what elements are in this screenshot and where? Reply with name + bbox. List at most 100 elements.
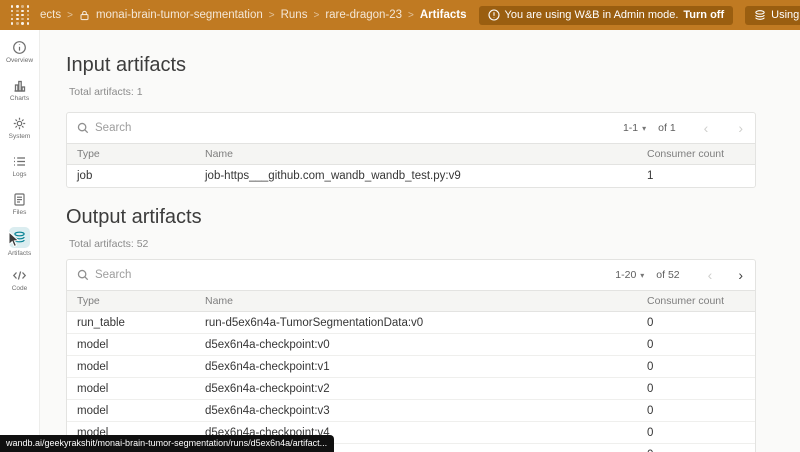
- page-total: of 1: [658, 122, 676, 134]
- input-artifacts-search-row: 1-1 ▾ of 1 ‹ ›: [67, 113, 755, 143]
- input-artifacts-title: Input artifacts: [66, 54, 187, 76]
- admin-mode-banner[interactable]: You are using W&B in Admin mode. Turn of…: [478, 5, 734, 25]
- column-header-consumer-count[interactable]: Consumer count: [637, 148, 755, 160]
- input-artifacts-table-card: 1-1 ▾ of 1 ‹ › Type Name Consumer count …: [66, 112, 756, 188]
- cell-consumer-count: 1: [647, 170, 654, 182]
- sidebar-item-logs[interactable]: Logs: [0, 154, 40, 191]
- breadcrumb-run[interactable]: rare-dragon-23: [325, 9, 402, 21]
- sidebar-item-system[interactable]: System: [0, 116, 40, 153]
- sidebar-item-label: System: [8, 133, 31, 140]
- admin-banner-text: You are using W&B in Admin mode.: [504, 9, 679, 21]
- cell-type: model: [77, 360, 109, 373]
- cell-type: run_table: [77, 316, 125, 329]
- sidebar-item-label: Charts: [9, 95, 30, 102]
- sidebar-item-label: Files: [12, 209, 27, 216]
- wandb-logo-dots[interactable]: [10, 5, 30, 25]
- column-header-name[interactable]: Name: [195, 295, 637, 307]
- admin-turn-off-button[interactable]: Turn off: [683, 9, 724, 21]
- artifacts-page: Input artifacts Total artifacts: 1 1-1 ▾…: [40, 30, 800, 452]
- breadcrumb-projects[interactable]: ects: [40, 9, 61, 21]
- cell-type: model: [77, 338, 109, 351]
- cell-name[interactable]: d5ex6n4a-checkpoint:v0: [195, 339, 637, 351]
- breadcrumb-runs[interactable]: Runs: [281, 9, 308, 21]
- breadcrumb-separator: >: [268, 9, 275, 21]
- table-header: Type Name Consumer count: [67, 290, 755, 312]
- sidebar-item-label: Logs: [12, 171, 27, 178]
- column-header-consumer-count[interactable]: Consumer count: [637, 295, 755, 307]
- sidebar-item-charts[interactable]: Charts: [0, 78, 40, 115]
- sidebar-item-label: Code: [11, 285, 28, 292]
- warning-circle-icon: [487, 9, 500, 21]
- search-icon: [77, 122, 89, 134]
- next-page-button[interactable]: ›: [736, 268, 745, 282]
- cell-consumer-count: 0: [647, 382, 654, 395]
- weave-layers-icon: [754, 9, 766, 21]
- table-row[interactable]: model d5ex6n4a-checkpoint:v0 0: [67, 334, 755, 356]
- chevron-down-icon[interactable]: ▾: [640, 271, 644, 280]
- cell-name[interactable]: d5ex6n4a-checkpoint:v2: [195, 383, 637, 395]
- sidebar-item-label: Overview: [5, 57, 34, 64]
- search-icon: [77, 269, 89, 281]
- run-sidebar: Overview Charts System Logs Files Artifa…: [0, 30, 40, 452]
- breadcrumb-separator: >: [313, 9, 320, 21]
- cell-name[interactable]: d5ex6n4a-checkpoint:v3: [195, 405, 637, 417]
- sidebar-item-code[interactable]: Code: [0, 268, 40, 305]
- sidebar-item-label: Artifacts: [7, 250, 32, 257]
- table-header: Type Name Consumer count: [67, 143, 755, 165]
- output-artifacts-title: Output artifacts: [66, 206, 202, 228]
- cell-consumer-count: 0: [647, 338, 654, 351]
- breadcrumb-project[interactable]: monai-brain-tumor-segmentation: [96, 9, 263, 21]
- input-artifacts-search-input[interactable]: [95, 122, 315, 134]
- link-preview-status-bar: wandb.ai/geekyrakshit/monai-brain-tumor-…: [0, 435, 335, 452]
- lock-icon: [79, 10, 90, 21]
- table-row[interactable]: model d5ex6n4a-checkpoint:v1 0: [67, 356, 755, 378]
- sidebar-item-files[interactable]: Files: [0, 192, 40, 229]
- prev-page-button[interactable]: ‹: [702, 121, 711, 135]
- column-header-type[interactable]: Type: [67, 148, 195, 160]
- breadcrumb-current-artifacts: Artifacts: [419, 9, 467, 21]
- breadcrumb-separator: >: [67, 9, 73, 21]
- input-artifacts-pagination: 1-1 ▾ of 1 ‹ ›: [623, 121, 745, 135]
- cell-consumer-count: 0: [647, 426, 654, 439]
- top-navbar: ects > monai-brain-tumor-segmentation > …: [0, 0, 800, 30]
- weave-banner[interactable]: Using Weave 1.0 Turn off: [745, 5, 800, 25]
- cell-name[interactable]: run-d5ex6n4a-TumorSegmentationData:v0: [195, 317, 637, 329]
- list-icon: [12, 154, 27, 169]
- page-range[interactable]: 1-20: [615, 269, 636, 281]
- cell-type: model: [77, 382, 109, 395]
- cell-name[interactable]: d5ex6n4a-checkpoint:v1: [195, 361, 637, 373]
- cell-consumer-count: 0: [647, 404, 654, 417]
- weave-banner-text: Using Weave 1.0: [771, 9, 800, 21]
- output-artifacts-total: Total artifacts: 52: [69, 238, 149, 250]
- table-row[interactable]: model d5ex6n4a-checkpoint:v2 0: [67, 378, 755, 400]
- column-header-type[interactable]: Type: [67, 295, 195, 307]
- info-circle-icon: [12, 40, 27, 55]
- sidebar-item-artifacts[interactable]: Artifacts: [0, 227, 40, 267]
- output-artifacts-table-card: 1-20 ▾ of 52 ‹ › Type Name Consumer coun…: [66, 259, 756, 452]
- sidebar-item-overview[interactable]: Overview: [0, 40, 40, 77]
- breadcrumb-separator: >: [408, 9, 414, 21]
- input-artifacts-total: Total artifacts: 1: [69, 86, 143, 98]
- cell-consumer-count: 0: [647, 316, 654, 329]
- page-range[interactable]: 1-1: [623, 122, 638, 134]
- cell-name[interactable]: job-https___github.com_wandb_wandb_test.…: [195, 170, 637, 182]
- output-artifacts-pagination: 1-20 ▾ of 52 ‹ ›: [615, 268, 745, 282]
- next-page-button[interactable]: ›: [736, 121, 745, 135]
- document-icon: [12, 192, 27, 207]
- table-row[interactable]: job job-https___github.com_wandb_wandb_t…: [67, 165, 755, 187]
- prev-page-button[interactable]: ‹: [706, 268, 715, 282]
- gear-icon: [12, 116, 27, 131]
- breadcrumb: ects > monai-brain-tumor-segmentation > …: [40, 9, 467, 21]
- output-artifacts-search-row: 1-20 ▾ of 52 ‹ ›: [67, 260, 755, 290]
- table-row[interactable]: run_table run-d5ex6n4a-TumorSegmentation…: [67, 312, 755, 334]
- output-artifacts-search-input[interactable]: [95, 269, 315, 281]
- cell-type: model: [77, 404, 109, 417]
- cell-consumer-count: 0: [647, 360, 654, 373]
- column-header-name[interactable]: Name: [195, 148, 637, 160]
- layers-icon: [9, 227, 30, 248]
- cell-type: job: [77, 170, 93, 182]
- page-total: of 52: [656, 269, 680, 281]
- table-row[interactable]: model d5ex6n4a-checkpoint:v3 0: [67, 400, 755, 422]
- code-icon: [12, 268, 27, 283]
- chevron-down-icon[interactable]: ▾: [642, 124, 646, 133]
